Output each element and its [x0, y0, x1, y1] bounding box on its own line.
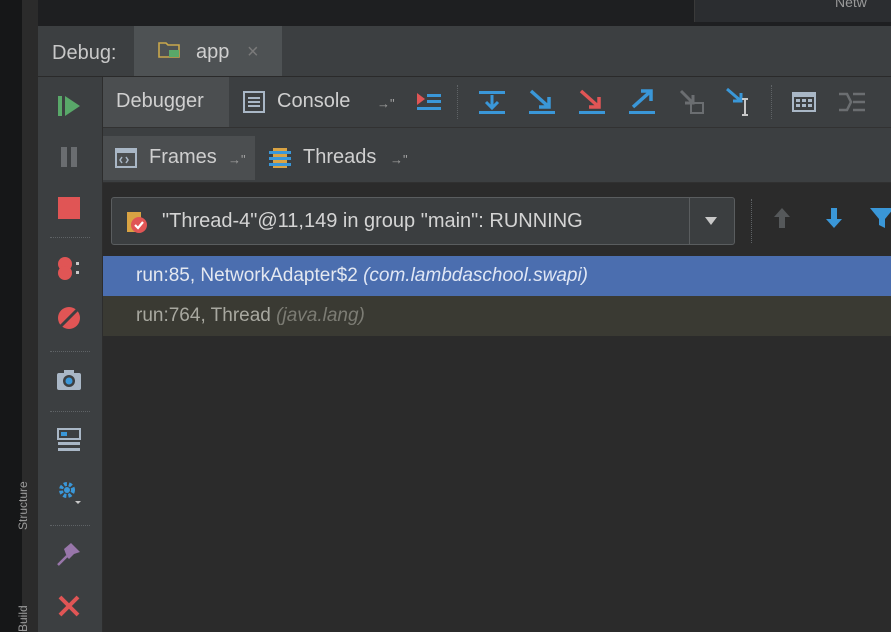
tab-frames[interactable]: Frames →": [103, 136, 255, 180]
left-tool-strip: Structure Build: [16, 0, 39, 632]
step-over-icon[interactable]: [475, 85, 509, 119]
stack-frame-row[interactable]: run:764, Thread (java.lang): [103, 296, 891, 336]
settings-gear-icon[interactable]: [54, 477, 84, 507]
tab-debugger-label: Debugger: [116, 90, 204, 112]
restore-layout-icon[interactable]: [54, 425, 84, 455]
tab-threads-label: Threads: [303, 146, 377, 168]
session-tab-label: app: [196, 41, 230, 63]
stack-frame-row[interactable]: run:85, NetworkAdapter$2 (com.lambdascho…: [103, 256, 891, 296]
toolbar-separator: [50, 237, 90, 238]
thread-selector-dropdown[interactable]: "Thread-4"@11,149 in group "main": RUNNI…: [111, 197, 735, 245]
pause-program-icon[interactable]: [54, 142, 84, 172]
console-icon: [243, 91, 265, 113]
frame-method: run:85, NetworkAdapter$2: [136, 265, 358, 286]
top-strip: Netw: [38, 0, 891, 26]
thread-selector-value: "Thread-4"@11,149 in group "main": RUNNI…: [162, 210, 583, 232]
tab-frames-label: Frames: [149, 146, 217, 168]
threads-icon: [269, 148, 291, 168]
dropdown-toggle[interactable]: [689, 198, 734, 244]
filter-icon[interactable]: [867, 203, 891, 233]
toolbar-separator: [50, 411, 90, 412]
run-to-cursor-icon[interactable]: [723, 85, 757, 119]
session-tab-app[interactable]: app ×: [134, 26, 282, 76]
frame-package: (com.lambdaschool.swapi): [363, 265, 588, 286]
evaluate-expression-icon[interactable]: [787, 85, 821, 119]
debugger-tabs-row: Debugger Console →": [103, 77, 891, 128]
stop-icon[interactable]: [54, 193, 84, 223]
mute-breakpoints-icon[interactable]: [54, 303, 84, 333]
running-thread-icon: [127, 212, 147, 233]
pin-arrow-icon[interactable]: →": [377, 96, 395, 111]
editor-tab-label: Netw: [835, 0, 867, 10]
previous-frame-arrow-up-icon[interactable]: [767, 203, 797, 233]
tab-console[interactable]: Console →": [231, 77, 407, 127]
toolbar-separator: [457, 85, 458, 119]
debug-tool-window-header: Debug: app ×: [38, 26, 891, 77]
step-out-icon[interactable]: [625, 85, 659, 119]
debug-actions-toolbar: [38, 77, 103, 632]
toolbar-separator: [50, 525, 90, 526]
toolbar-separator: [771, 85, 772, 119]
tab-threads[interactable]: Threads →": [257, 136, 417, 180]
outer-frame: [0, 0, 22, 632]
frame-package: (java.lang): [276, 305, 365, 326]
camera-icon[interactable]: [54, 365, 84, 395]
force-step-into-icon[interactable]: [575, 85, 609, 119]
drop-frame-icon[interactable]: [675, 85, 709, 119]
step-into-icon[interactable]: [525, 85, 559, 119]
frame-method: run:764, Thread: [136, 305, 271, 326]
pin-arrow-icon[interactable]: →": [228, 152, 246, 167]
debug-title: Debug:: [52, 42, 117, 64]
stack-frame-location: run:764, Thread (java.lang): [136, 305, 365, 327]
frames-panel: "Thread-4"@11,149 in group "main": RUNNI…: [103, 183, 891, 632]
next-frame-arrow-down-icon[interactable]: [819, 203, 849, 233]
tab-debugger[interactable]: Debugger: [103, 77, 229, 127]
editor-tab-network[interactable]: Netw: [694, 0, 891, 22]
pin-tab-icon[interactable]: [54, 539, 84, 569]
toolbar-separator: [50, 351, 90, 352]
stack-frame-location: run:85, NetworkAdapter$2 (com.lambdascho…: [136, 265, 588, 287]
toolbar-separator: [751, 199, 752, 243]
frames-threads-tabs: Frames →" Threads →": [103, 128, 891, 183]
tab-console-label: Console: [277, 90, 351, 112]
view-breakpoints-icon[interactable]: [54, 253, 84, 283]
resume-program-icon[interactable]: [54, 91, 84, 121]
close-session-icon[interactable]: [54, 591, 84, 621]
trace-current-stream-icon[interactable]: [835, 85, 869, 119]
chevron-down-icon: [705, 217, 717, 225]
pin-arrow-icon[interactable]: →": [390, 152, 408, 167]
folder-run-icon: [158, 42, 180, 58]
close-icon[interactable]: ×: [247, 41, 259, 64]
frames-icon: [115, 148, 137, 168]
show-execution-point-icon[interactable]: [411, 85, 445, 119]
